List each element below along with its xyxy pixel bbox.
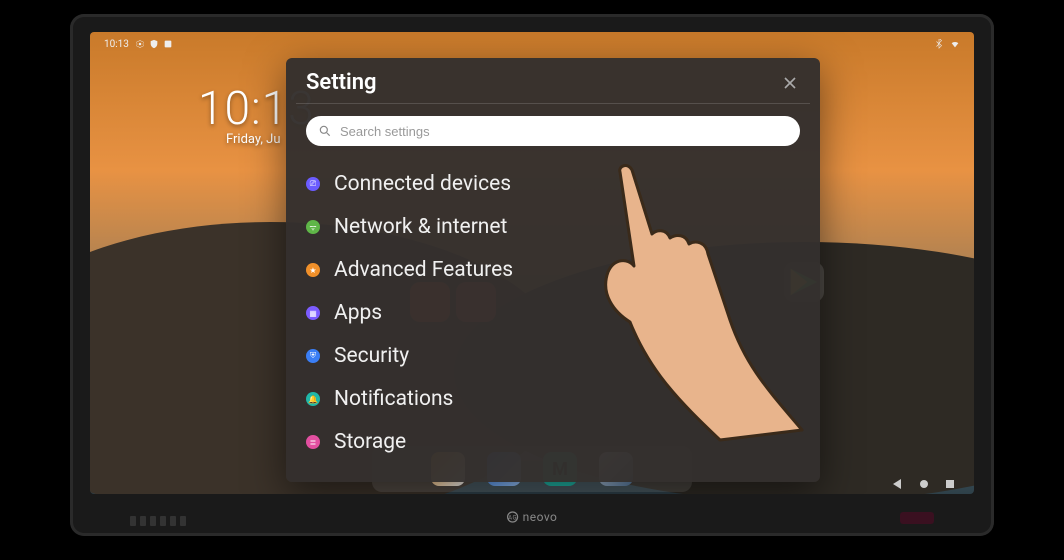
search-input[interactable] [340, 124, 788, 139]
storage-icon: ≣ [306, 435, 320, 449]
settings-item-connected-devices[interactable]: ⎚ Connected devices [306, 172, 800, 196]
wifi-icon: ᯤ [306, 220, 320, 234]
search-icon [318, 124, 332, 138]
settings-item-label: Notifications [334, 387, 453, 411]
settings-item-label: Security [334, 344, 409, 368]
bluetooth-icon [934, 39, 944, 49]
statusbar-time: 10:13 [104, 39, 129, 50]
screen: 10:13 10:13 Friday, Ju M [90, 32, 974, 494]
star-icon: ★ [306, 263, 320, 277]
settings-item-security[interactable]: ⛨ Security [306, 344, 800, 368]
close-icon [784, 77, 796, 89]
panel-header: Setting [286, 58, 820, 103]
settings-item-label: Storage [334, 430, 406, 454]
settings-item-apps[interactable]: ▦ Apps [306, 301, 800, 325]
tv-frame: 10:13 10:13 Friday, Ju M [70, 14, 994, 536]
brand-mark-icon: AG [507, 511, 519, 523]
nav-buttons [892, 478, 956, 490]
settings-item-label: Connected devices [334, 172, 511, 196]
settings-item-network[interactable]: ᯤ Network & internet [306, 215, 800, 239]
settings-item-notifications[interactable]: 🔔 Notifications [306, 387, 800, 411]
gear-icon [135, 39, 145, 49]
devices-icon: ⎚ [306, 177, 320, 191]
shield-icon [149, 39, 159, 49]
bell-icon: 🔔 [306, 392, 320, 406]
shield-icon: ⛨ [306, 349, 320, 363]
bezel-ports [130, 516, 186, 526]
search-field[interactable] [306, 116, 800, 146]
panel-title: Setting [306, 70, 377, 95]
apps-icon: ▦ [306, 306, 320, 320]
bezel-ir-sensor [900, 512, 934, 524]
settings-panel: Setting ⎚ Connected devices ᯤ Network & … [286, 58, 820, 482]
status-bar: 10:13 [104, 36, 960, 52]
nav-back-button[interactable] [892, 478, 904, 490]
svg-text:AG: AG [508, 515, 517, 522]
settings-item-label: Advanced Features [334, 258, 513, 282]
nav-home-button[interactable] [918, 478, 930, 490]
brand-logo: AG neovo [507, 510, 558, 524]
settings-item-storage[interactable]: ≣ Storage [306, 430, 800, 454]
settings-item-label: Apps [334, 301, 382, 325]
settings-item-label: Network & internet [334, 215, 507, 239]
settings-list: ⎚ Connected devices ᯤ Network & internet… [286, 154, 820, 454]
nav-recent-button[interactable] [944, 478, 956, 490]
close-button[interactable] [780, 73, 800, 93]
panel-divider [296, 103, 810, 104]
app-icon [163, 39, 173, 49]
wifi-icon [950, 39, 960, 49]
settings-item-advanced[interactable]: ★ Advanced Features [306, 258, 800, 282]
